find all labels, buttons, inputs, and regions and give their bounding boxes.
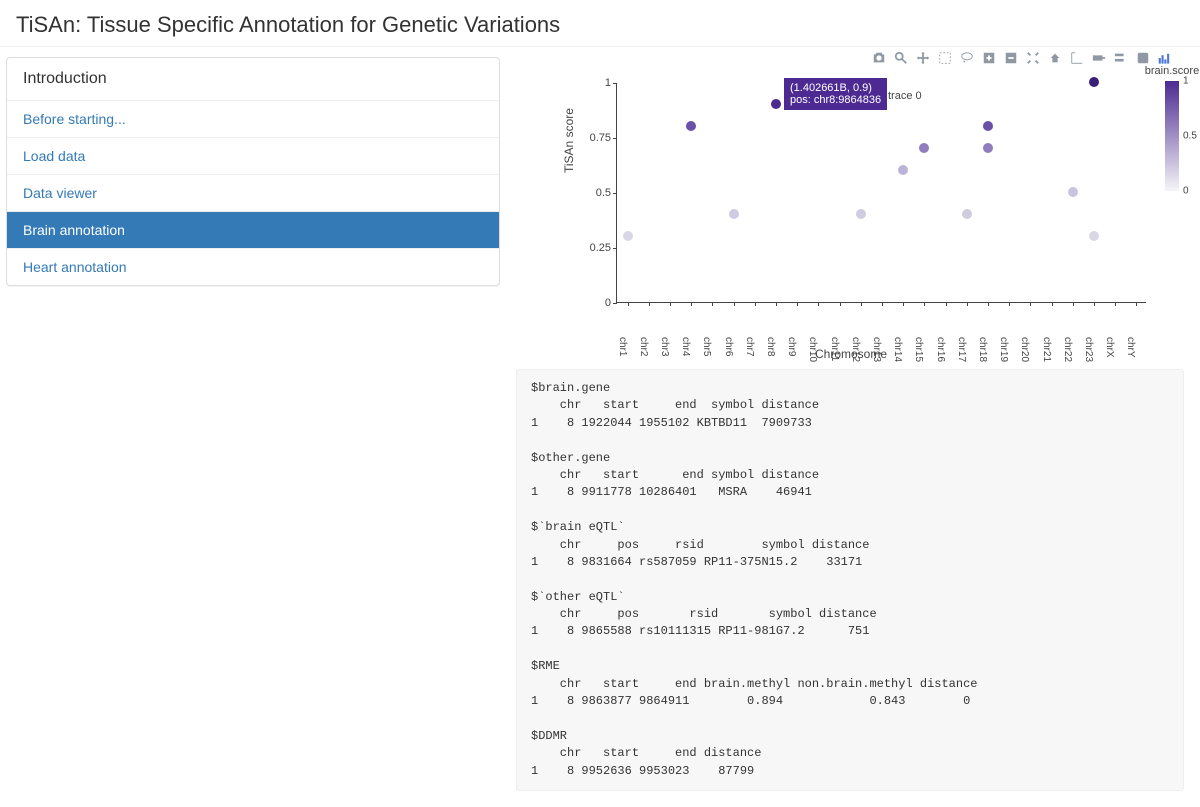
x-tick: chr15	[913, 337, 924, 362]
x-tick-line	[734, 302, 735, 306]
color-legend: brain.score 1 0.5 0	[1142, 65, 1200, 191]
x-tick: chr5	[701, 337, 712, 356]
x-tick: chrY	[1125, 337, 1136, 358]
x-tick: chr1	[617, 337, 628, 356]
x-tick-line	[1052, 302, 1053, 306]
data-point[interactable]	[898, 165, 908, 175]
data-point[interactable]	[962, 209, 972, 219]
x-tick: chr21	[1041, 337, 1052, 362]
x-tick-line	[818, 302, 819, 306]
x-tick-line	[882, 302, 883, 306]
x-tick-line	[1009, 302, 1010, 306]
data-point[interactable]	[729, 209, 739, 219]
x-tick: chr4	[680, 337, 691, 356]
x-tick-line	[1030, 302, 1031, 306]
legend-tick-mid: 0.5	[1183, 131, 1197, 142]
x-tick: chr14	[892, 337, 903, 362]
x-tick-line	[1115, 302, 1116, 306]
x-tick-line	[840, 302, 841, 306]
y-tick-line	[613, 138, 617, 139]
sidebar-item-before-starting[interactable]: Before starting...	[7, 100, 499, 137]
x-tick-line	[691, 302, 692, 306]
y-tick: 0	[577, 297, 611, 309]
sidebar: Introduction Before starting...Load data…	[0, 47, 500, 807]
x-tick-line	[946, 302, 947, 306]
y-tick-line	[613, 303, 617, 304]
x-tick-line	[649, 302, 650, 306]
chart-area[interactable]: TiSAn score Chromosome 00.250.50.751chr1…	[556, 53, 1146, 363]
main-container: Introduction Before starting...Load data…	[0, 47, 1200, 807]
console-output: $brain.gene chr start end symbol distanc…	[516, 369, 1184, 791]
legend-title: brain.score	[1142, 65, 1200, 77]
main-panel: TiSAn score Chromosome 00.250.50.751chr1…	[500, 47, 1200, 807]
data-point[interactable]	[983, 121, 993, 131]
y-axis-label: TiSAn score	[562, 108, 576, 173]
legend-tick-max: 1	[1183, 76, 1189, 87]
data-point[interactable]	[1068, 187, 1078, 197]
x-tick-line	[903, 302, 904, 306]
legend-colorbar: 1 0.5 0	[1165, 81, 1179, 191]
x-tick: chr22	[1062, 337, 1073, 362]
x-tick: chr20	[1019, 337, 1030, 362]
x-tick-line	[670, 302, 671, 306]
x-tick-line	[924, 302, 925, 306]
x-tick-line	[1073, 302, 1074, 306]
x-tick-line	[628, 302, 629, 306]
sidebar-item-load-data[interactable]: Load data	[7, 137, 499, 174]
x-tick: chr11	[829, 337, 840, 361]
x-tick: chr17	[956, 337, 967, 362]
y-tick-line	[613, 193, 617, 194]
hover-trace-label: trace 0	[888, 90, 922, 102]
data-point[interactable]	[919, 143, 929, 153]
x-tick: chr10	[807, 337, 818, 362]
x-tick-line	[797, 302, 798, 306]
data-point[interactable]	[686, 121, 696, 131]
data-point[interactable]	[856, 209, 866, 219]
x-tick: chr3	[659, 337, 670, 356]
x-tick: chr6	[723, 337, 734, 356]
y-tick: 0.5	[577, 187, 611, 199]
data-point[interactable]	[771, 99, 781, 109]
x-tick: chr18	[977, 337, 988, 362]
x-tick: chr23	[1083, 337, 1094, 362]
page-header: TiSAn: Tissue Specific Annotation for Ge…	[0, 0, 1200, 47]
x-tick-line	[755, 302, 756, 306]
x-tick-line	[861, 302, 862, 306]
y-tick: 1	[577, 77, 611, 89]
y-tick: 0.75	[577, 132, 611, 144]
x-tick: chr13	[871, 337, 882, 362]
y-tick: 0.25	[577, 242, 611, 254]
x-tick: chr16	[935, 337, 946, 362]
x-tick: chr7	[744, 337, 755, 356]
sidebar-heading: Introduction	[7, 58, 499, 100]
x-tick: chr12	[850, 337, 861, 362]
x-tick: chrX	[1104, 337, 1115, 358]
x-tick: chr2	[638, 337, 649, 356]
legend-tick-min: 0	[1183, 186, 1189, 197]
data-point[interactable]	[623, 231, 633, 241]
sidebar-item-heart-annotation[interactable]: Heart annotation	[7, 248, 499, 285]
bars-icon[interactable]	[1158, 51, 1172, 65]
y-tick-line	[613, 248, 617, 249]
y-tick-line	[613, 83, 617, 84]
sidebar-panel: Introduction Before starting...Load data…	[6, 57, 500, 286]
data-point[interactable]	[983, 143, 993, 153]
x-tick-line	[1094, 302, 1095, 306]
x-tick: chr19	[998, 337, 1009, 362]
data-point[interactable]	[1089, 231, 1099, 241]
x-tick-line	[712, 302, 713, 306]
plot-region[interactable]: 00.250.50.751chr1chr2chr3chr4chr5chr6chr…	[616, 83, 1146, 303]
x-tick: chr9	[786, 337, 797, 356]
page-title: TiSAn: Tissue Specific Annotation for Ge…	[16, 12, 1184, 38]
x-tick: chr8	[765, 337, 776, 356]
x-tick-line	[988, 302, 989, 306]
sidebar-item-data-viewer[interactable]: Data viewer	[7, 174, 499, 211]
x-tick-line	[1136, 302, 1137, 306]
sidebar-item-brain-annotation[interactable]: Brain annotation	[7, 211, 499, 248]
sidebar-list: Before starting...Load dataData viewerBr…	[7, 100, 499, 285]
data-point[interactable]	[1089, 77, 1099, 87]
hover-tooltip: (1.402661B, 0.9)pos: chr8:9864836	[784, 78, 887, 110]
x-tick-line	[776, 302, 777, 306]
x-tick-line	[967, 302, 968, 306]
